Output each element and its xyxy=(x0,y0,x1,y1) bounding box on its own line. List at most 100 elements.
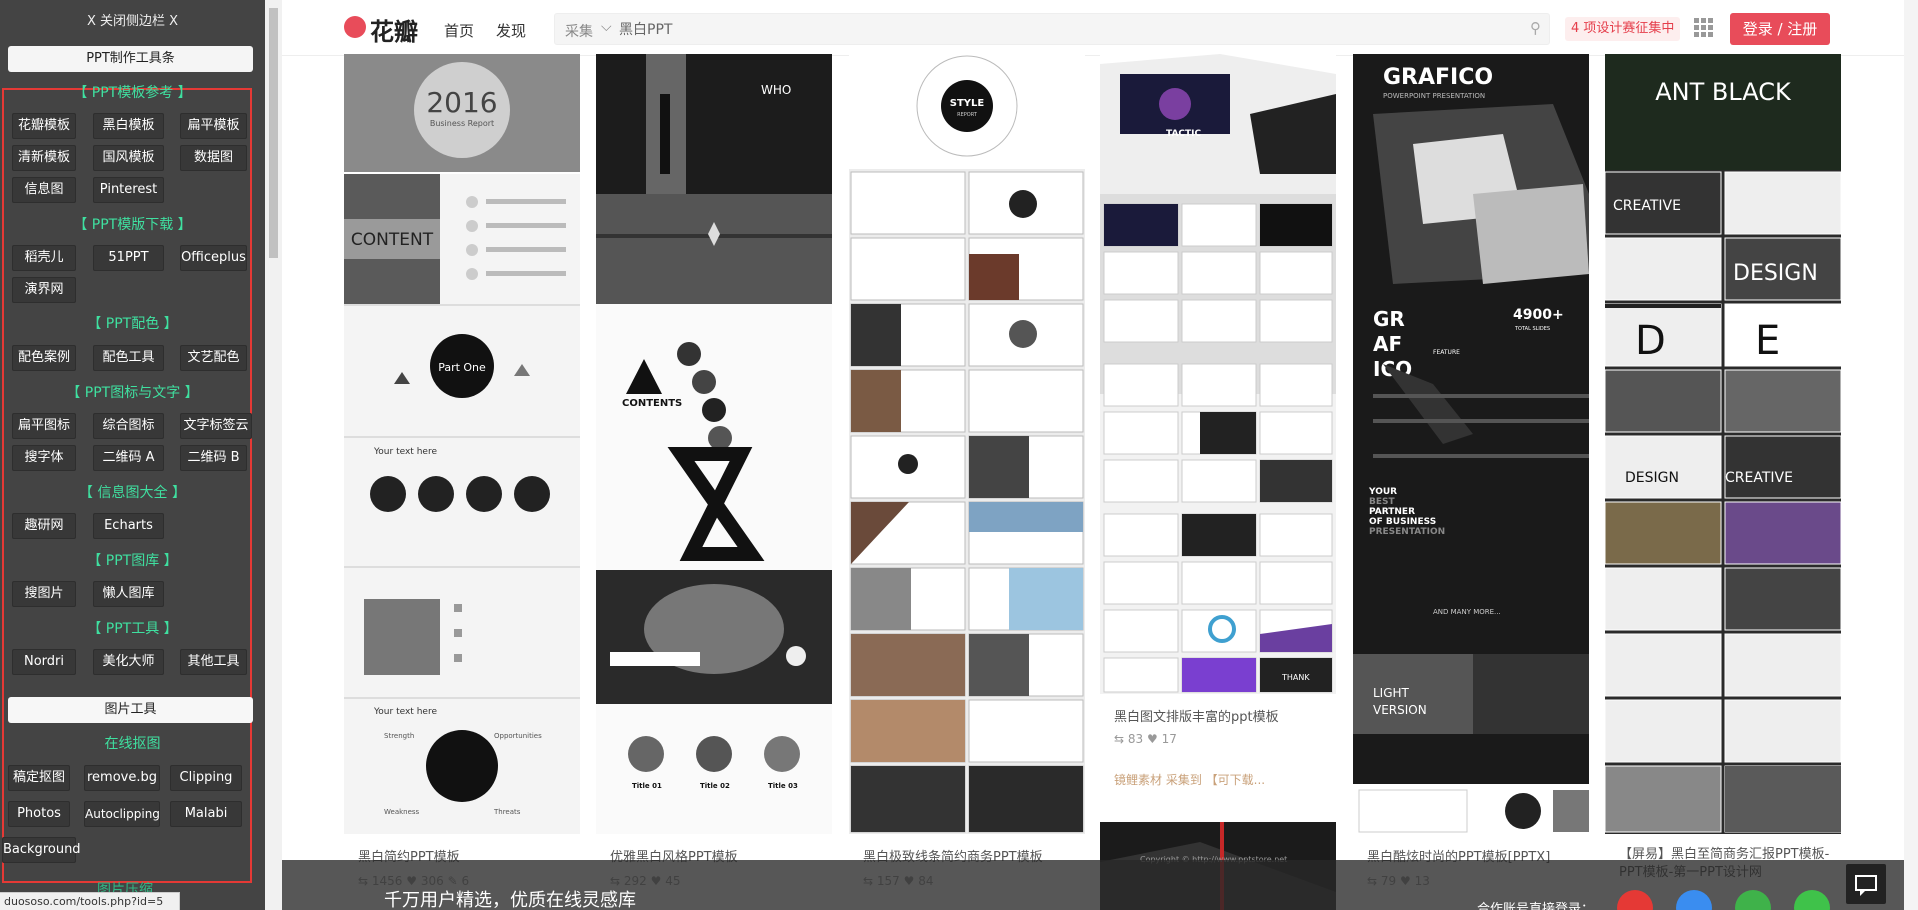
pin-thumbnail[interactable]: ANT BLACK CREATIVE DESIGN D E CREATIVE D… xyxy=(1605,54,1841,834)
sidebar-link-other-tools[interactable]: 其他工具 xyxy=(180,649,247,675)
thumb-text: BEST xyxy=(1369,497,1395,507)
chevron-down-icon[interactable]: ⌵ xyxy=(601,19,612,35)
sidebar-link-officeplus[interactable]: Officeplus xyxy=(180,245,247,271)
thumb-text: Part One xyxy=(438,361,486,374)
sidebar-link-quyan[interactable]: 趣研网 xyxy=(12,513,76,539)
search-bar: 采集 ⌵ ⚲ xyxy=(554,13,1550,45)
wechat-icon[interactable] xyxy=(1794,890,1830,910)
login-register-button[interactable]: 登录 / 注册 xyxy=(1730,13,1830,45)
thumb-text: AND MANY MORE... xyxy=(1433,608,1501,616)
thumb-text: 2016 xyxy=(426,86,497,119)
nav-discover[interactable]: 发现 xyxy=(496,20,526,41)
page-scrollbar[interactable] xyxy=(1904,0,1918,910)
thumb-text: CONTENTS xyxy=(622,398,682,409)
sidebar-link-beautify-master[interactable]: 美化大师 xyxy=(93,649,164,675)
sidebar-link-docer[interactable]: 稻壳儿 xyxy=(12,245,76,271)
sidebar-link-bw-template[interactable]: 黑白模板 xyxy=(93,113,164,139)
sidebar-link-art-color[interactable]: 文艺配色 xyxy=(180,345,247,371)
sidebar-link-qrcode-b[interactable]: 二维码 B xyxy=(180,445,247,471)
thumb-text: GRAFICO xyxy=(1383,65,1493,90)
sidebar-link-photos[interactable]: Photos xyxy=(8,801,70,827)
search-icon[interactable]: ⚲ xyxy=(1530,19,1541,37)
nav-home[interactable]: 首页 xyxy=(444,20,474,41)
pin-thumbnail[interactable]: TACTIC THANK xyxy=(1100,54,1336,694)
thumb-text: TOTAL SLIDES xyxy=(1514,326,1550,332)
feedback-icon[interactable] xyxy=(1846,864,1886,904)
thumb-text: DESIGN xyxy=(1625,470,1679,486)
bottom-login-banner: 千万用户精选，优质在线灵感库 合作账号直接登录： xyxy=(282,860,1918,910)
apps-grid-icon[interactable] xyxy=(1694,18,1714,38)
sidebar-link-huaban-template[interactable]: 花瓣模板 xyxy=(12,113,76,139)
section-title-ppt-tools: 【 PPT工具 】 xyxy=(87,621,178,637)
thumb-text: THANK xyxy=(1281,673,1310,682)
promo-badge[interactable]: 4 项设计赛征集中 xyxy=(1565,17,1681,41)
sidebar-link-pinterest[interactable]: Pinterest xyxy=(93,177,164,203)
sidebar-link-clipping[interactable]: Clipping xyxy=(170,765,242,791)
thumb-text: ANT BLACK xyxy=(1655,78,1792,106)
section-title-ppt-images: 【 PPT图库 】 xyxy=(87,553,178,569)
pin-thumbnail[interactable]: 2016 Business Report CONTENT Part One Yo… xyxy=(344,54,580,834)
sidebar-link-qrcode-a[interactable]: 二维码 A xyxy=(93,445,164,471)
thumb-text: YOUR xyxy=(1368,487,1397,497)
top-header: 花瓣 首页 发现 采集 ⌵ ⚲ 4 项设计赛征集中 登录 / 注册 xyxy=(282,0,1918,56)
sidebar-link-remove-bg[interactable]: remove.bg xyxy=(84,765,160,791)
search-category[interactable]: 采集 xyxy=(565,21,593,41)
sidebar-link-chinese-template[interactable]: 国风模板 xyxy=(93,145,164,171)
search-input[interactable] xyxy=(619,18,1499,40)
sidebar-link-gaoding-cutout[interactable]: 稿定抠图 xyxy=(8,765,70,791)
pin-thumbnail[interactable]: STYLE REPORT xyxy=(849,54,1085,834)
thumb-text: PRESENTATION xyxy=(1369,527,1445,537)
sidebar-link-background[interactable]: Background xyxy=(2,837,81,863)
logo[interactable]: 花瓣 xyxy=(370,12,418,47)
sidebar-link-malabi[interactable]: Malabi xyxy=(170,801,242,827)
repin-icon: ⇆ xyxy=(1114,732,1125,746)
sidebar-link-word-cloud[interactable]: 文字标签云 xyxy=(180,413,252,439)
thumb-text: AF xyxy=(1373,332,1402,356)
sidebar-link-color-cases[interactable]: 配色案例 xyxy=(12,345,76,371)
section-title-online-cutout: 在线抠图 xyxy=(104,736,161,752)
thumb-text: VERSION xyxy=(1373,703,1427,717)
thumb-text: CREATIVE xyxy=(1613,198,1681,214)
sidebar-link-font-search[interactable]: 搜字体 xyxy=(12,445,76,471)
thumb-text: CREATIVE xyxy=(1725,470,1793,486)
sidebar-link-nordri[interactable]: Nordri xyxy=(12,649,76,675)
douban-icon[interactable] xyxy=(1735,890,1771,910)
thumb-text: PARTNER xyxy=(1369,507,1415,517)
thumb-text: 4900+ xyxy=(1513,307,1564,323)
weibo-icon[interactable] xyxy=(1617,890,1653,910)
sidebar-link-autoclipping[interactable]: Autoclipping xyxy=(84,801,160,827)
tools-sidebar: X 关闭侧边栏 X PPT制作工具条 【 PPT模板参考 】 花瓣模板 黑白模板… xyxy=(0,0,265,910)
thumb-text: Threats xyxy=(493,808,521,816)
sidebar-link-data-chart[interactable]: 数据图 xyxy=(180,145,247,171)
pin-thumbnail[interactable]: GRAFICO POWERPOINT PRESENTATION GR AF IC… xyxy=(1353,54,1589,834)
sidebar-link-flat-icons[interactable]: 扁平图标 xyxy=(12,413,76,439)
thumb-text: Title 03 xyxy=(768,782,798,790)
sidebar-link-echarts[interactable]: Echarts xyxy=(93,513,164,539)
huaban-logo-icon[interactable] xyxy=(344,16,366,38)
sidebar-link-infographic[interactable]: 信息图 xyxy=(12,177,76,203)
thumb-text: DESIGN xyxy=(1733,261,1818,286)
section-title-ppt-color: 【 PPT配色 】 xyxy=(87,316,178,332)
thumb-text: Business Report xyxy=(430,119,494,128)
sidebar-link-fresh-template[interactable]: 清新模板 xyxy=(12,145,76,171)
ppt-toolbar-button[interactable]: PPT制作工具条 xyxy=(8,46,253,72)
image-tools-button[interactable]: 图片工具 xyxy=(8,697,253,723)
pin-title[interactable]: 黑白图文排版丰富的ppt模板 xyxy=(1114,706,1340,725)
sidebar-link-51ppt[interactable]: 51PPT xyxy=(93,245,164,271)
pin-source[interactable]: 镜鲤素材 采集到 【可下载... xyxy=(1114,771,1265,788)
pin-thumbnail[interactable]: WHO CONTENTS Title 01 Title 02 Title 03 xyxy=(596,54,832,834)
sidebar-link-color-tool[interactable]: 配色工具 xyxy=(93,345,164,371)
qq-icon[interactable] xyxy=(1676,890,1712,910)
section-title-icons-text: 【 PPT图标与文字 】 xyxy=(66,385,199,401)
sidebar-link-lazy-images[interactable]: 懒人图库 xyxy=(93,581,164,607)
sidebar-link-yanjie[interactable]: 演界网 xyxy=(12,277,76,303)
thumb-text: Opportunities xyxy=(494,732,542,740)
sidebar-link-general-icons[interactable]: 综合图标 xyxy=(93,413,164,439)
close-sidebar-button[interactable]: X 关闭侧边栏 X xyxy=(0,10,265,29)
sidebar-link-flat-template[interactable]: 扁平模板 xyxy=(180,113,247,139)
sidebar-scrollbar-thumb[interactable] xyxy=(269,8,278,258)
section-title-ppt-download: 【 PPT模版下载 】 xyxy=(73,217,192,233)
thumb-text: D xyxy=(1635,318,1666,364)
thumb-text: Your text here xyxy=(373,447,437,457)
sidebar-link-image-search[interactable]: 搜图片 xyxy=(12,581,76,607)
